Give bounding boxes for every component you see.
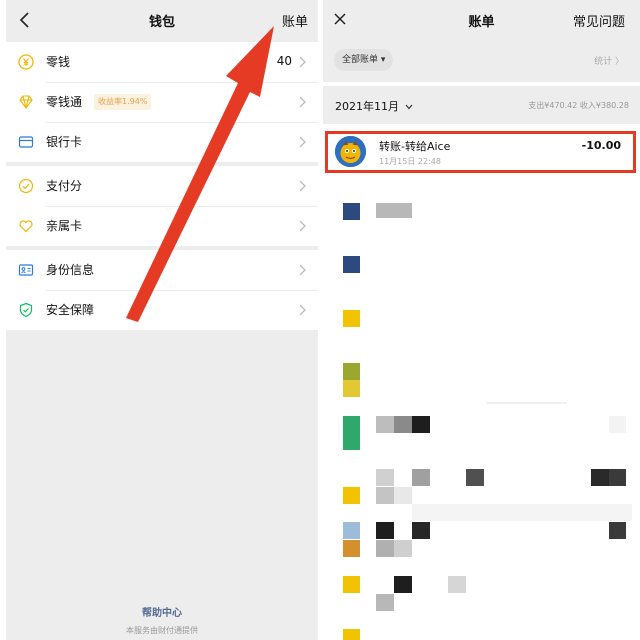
chevron-right-icon [299, 304, 306, 316]
help-center-link[interactable]: 帮助中心 [6, 604, 318, 619]
blurred-block [466, 469, 484, 486]
wallet-group-services: 支付分 亲属卡 [6, 166, 318, 246]
balance-value: 40 [276, 54, 292, 68]
wallet-item-label: 银行卡 [46, 135, 83, 149]
chevron-right-icon [299, 56, 306, 68]
shield-icon [19, 302, 33, 318]
wallet-group-funds: 零钱 40 零钱通 收益率1.94% 银行卡 [6, 42, 318, 162]
chevron-right-icon [299, 264, 306, 276]
wallet-item-security[interactable]: 安全保障 [6, 290, 318, 330]
blurred-block [412, 416, 430, 433]
blurred-block [394, 487, 412, 504]
page-title: 钱包 [148, 15, 175, 30]
blurred-block [343, 380, 360, 397]
family-card-icon [19, 220, 33, 233]
chevron-right-icon [299, 180, 306, 192]
wallet-item-label: 零钱 [46, 55, 71, 69]
blurred-block [376, 203, 412, 218]
blurred-block [343, 576, 360, 593]
blurred-block [376, 522, 394, 539]
yield-rate-badge: 收益率1.94% [94, 94, 152, 110]
faq-link[interactable]: 常见问题 [573, 11, 625, 30]
bills-screen: 账单 常见问题 全部账单 ▾ 统计 〉 2021年11月 支出¥470.42 收… [323, 0, 640, 640]
service-provider-note: 本服务由财付通提供 [126, 626, 198, 635]
blurred-block [376, 469, 394, 486]
bills-nav-bar: 账单 常见问题 [323, 0, 640, 40]
blurred-block [394, 416, 412, 433]
blurred-block [412, 469, 430, 486]
blurred-block [394, 540, 412, 557]
wallet-item-label: 亲属卡 [46, 219, 83, 233]
blurred-block [394, 576, 412, 593]
blurred-block [343, 363, 360, 380]
wallet-item-label: 安全保障 [46, 303, 95, 317]
month-summary: 支出¥470.42 收入¥380.28 [528, 101, 629, 110]
blurred-block [412, 522, 430, 539]
highlight-box [325, 131, 636, 173]
wallet-item-family-card[interactable]: 亲属卡 [6, 206, 318, 246]
wallet-item-pay-score[interactable]: 支付分 [6, 166, 318, 206]
wallet-item-label: 支付分 [46, 179, 83, 193]
wallet-item-bank-card[interactable]: 银行卡 [6, 122, 318, 162]
blurred-block [448, 576, 466, 593]
blurred-block [376, 594, 394, 611]
wallet-screen: 钱包 账单 零钱 40 零钱通 收益率1.94% 银行卡 支付分 亲属卡 身份信… [6, 0, 318, 640]
bank-card-icon [18, 136, 34, 148]
month-selector[interactable]: 2021年11月 [335, 98, 413, 114]
blurred-block [343, 540, 360, 557]
blurred-block [343, 522, 360, 539]
wallet-item-identity[interactable]: 身份信息 [6, 250, 318, 290]
wallet-item-lingqiantong[interactable]: 零钱通 收益率1.94% [6, 82, 318, 122]
month-header: 2021年11月 支出¥470.42 收入¥380.28 [323, 86, 640, 124]
month-label: 2021年11月 [335, 100, 399, 113]
blurred-block [376, 540, 394, 557]
blurred-block [412, 504, 632, 521]
chevron-right-icon [299, 96, 306, 108]
screenshot: 钱包 账单 零钱 40 零钱通 收益率1.94% 银行卡 支付分 亲属卡 身份信… [0, 0, 640, 640]
all-bills-filter[interactable]: 全部账单 ▾ [334, 49, 394, 71]
blurred-block [376, 416, 394, 433]
blurred-block [343, 487, 360, 504]
bill-row[interactable]: 转账-转给Aice 11月15日 22:48 -10.00 [323, 128, 640, 175]
wallet-item-label: 零钱通 [46, 95, 83, 109]
blurred-block [376, 487, 394, 504]
chevron-right-icon [299, 220, 306, 232]
id-card-icon [18, 264, 34, 276]
blurred-block [487, 402, 567, 404]
blurred-block [609, 416, 626, 433]
blurred-block [343, 203, 360, 220]
wallet-item-label: 身份信息 [46, 263, 95, 277]
blurred-block [343, 256, 360, 273]
wallet-item-change[interactable]: 零钱 40 [6, 42, 318, 82]
chevron-down-icon [405, 104, 412, 110]
chevron-right-icon [299, 136, 306, 148]
bill-filter-bar: 全部账单 ▾ 统计 〉 [323, 40, 640, 82]
statistics-link[interactable]: 统计 〉 [594, 54, 624, 67]
blurred-block [343, 629, 360, 640]
blurred-block [609, 522, 626, 539]
bills-link[interactable]: 账单 [282, 11, 308, 30]
blurred-block [343, 310, 360, 327]
diamond-icon [19, 95, 33, 109]
yuan-coin-icon [18, 54, 34, 70]
blurred-block [591, 469, 609, 486]
wallet-nav-bar: 钱包 账单 [6, 0, 318, 40]
wallet-group-security: 身份信息 安全保障 [6, 250, 318, 330]
blurred-block [343, 416, 360, 450]
pay-score-icon [18, 178, 34, 194]
blurred-block [609, 469, 626, 486]
